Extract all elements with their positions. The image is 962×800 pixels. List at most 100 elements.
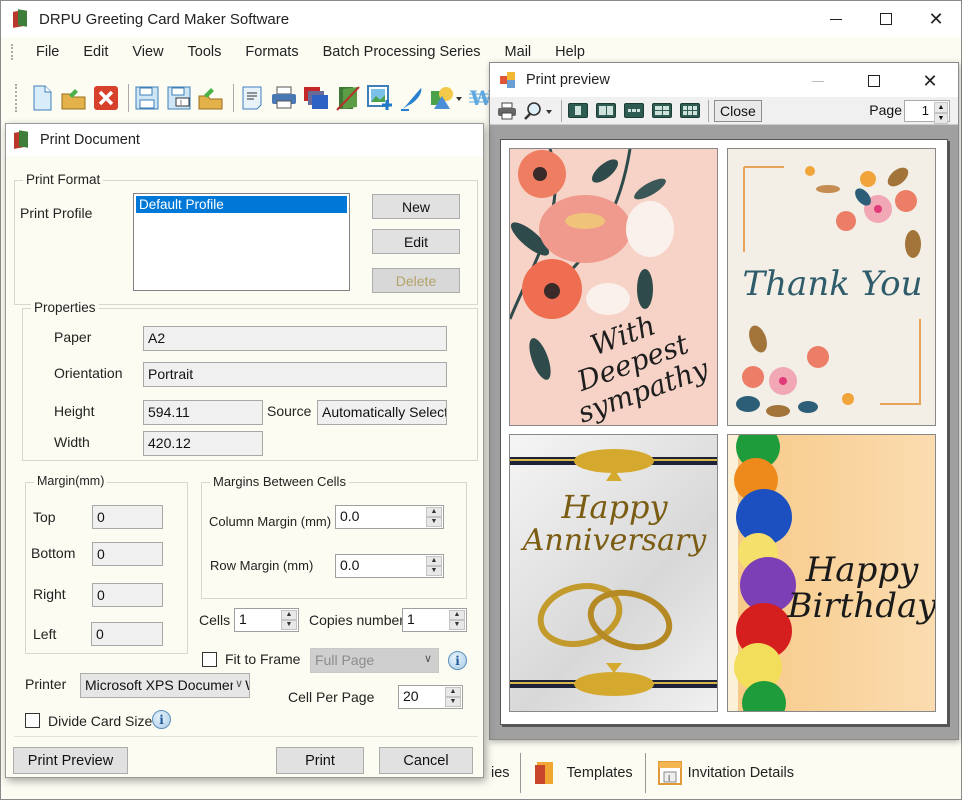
cell-per-page-value: 20 [403, 688, 419, 704]
six-page-layout-button[interactable] [677, 100, 703, 122]
cancel-button[interactable]: Cancel [379, 747, 473, 774]
save-icon[interactable] [133, 84, 161, 112]
close-window-button[interactable]: ✕ [911, 1, 961, 37]
toolbar-grip[interactable] [15, 84, 18, 112]
bottom-tab-strip: ies Templates I Invitation Details [491, 749, 806, 797]
menu-tools[interactable]: Tools [176, 44, 234, 60]
right-margin-field[interactable]: 0 [92, 583, 163, 607]
copies-number-label: Copies number [309, 612, 404, 628]
copies-up[interactable]: ▲ [449, 610, 465, 620]
close-document-icon[interactable] [92, 84, 120, 112]
copies-number-input[interactable]: 1 ▲ ▼ [402, 608, 467, 632]
preview-print-button[interactable] [494, 100, 520, 122]
column-margin-down[interactable]: ▼ [426, 517, 442, 527]
chevron-down-icon: ∨ [232, 677, 243, 690]
fit-frame-info-icon[interactable]: i [448, 651, 467, 670]
invitation-details-tab[interactable]: I Invitation Details [644, 753, 806, 793]
column-margin-up[interactable]: ▲ [426, 507, 442, 517]
row-margin-input[interactable]: 0.0 ▲ ▼ [335, 554, 444, 578]
chevron-down-icon: ∨ [423, 653, 432, 665]
page-down-arrow[interactable]: ▼ [934, 113, 948, 124]
page-up-arrow[interactable]: ▲ [934, 102, 948, 113]
cell-per-page-down[interactable]: ▼ [445, 697, 461, 707]
card-thank-you-text: Thank You [742, 264, 923, 304]
properties-icon[interactable] [238, 84, 266, 112]
cell-per-page-up[interactable]: ▲ [445, 687, 461, 697]
bottom-tab-partial[interactable]: ies [491, 765, 520, 781]
left-margin-field[interactable]: 0 [91, 622, 163, 646]
layers-icon[interactable] [302, 84, 330, 112]
print-icon[interactable] [270, 84, 298, 112]
paper-field: A2 [143, 326, 447, 351]
left-margin-label: Left [33, 626, 57, 642]
new-document-icon[interactable] [28, 84, 56, 112]
six-page-icon [680, 103, 700, 118]
templates-label: Templates [566, 765, 633, 781]
app-title: DRPU Greeting Card Maker Software [39, 10, 290, 28]
preview-minimize-button[interactable] [790, 63, 846, 99]
divide-card-size-checkbox[interactable] [25, 713, 40, 728]
column-margin-label: Column Margin (mm) [209, 514, 332, 529]
preview-maximize-button[interactable] [846, 63, 902, 99]
row-margin-down[interactable]: ▼ [426, 566, 442, 576]
printer-label: Printer [25, 676, 67, 692]
delete-profile-button[interactable]: Delete [372, 268, 460, 293]
maximize-icon [880, 13, 892, 25]
preview-zoom-button[interactable] [522, 100, 556, 122]
width-field: 420.12 [143, 431, 263, 456]
save-as-icon[interactable]: I [165, 84, 193, 112]
cells-input[interactable]: 1 ▲ ▼ [234, 608, 299, 632]
orientation-label: Orientation [54, 365, 123, 381]
export-folder-icon[interactable] [197, 84, 225, 112]
cell-per-page-input[interactable]: 20 ▲ ▼ [398, 685, 463, 709]
edit-profile-button[interactable]: Edit [372, 229, 460, 254]
print-button[interactable]: Print [276, 747, 364, 774]
new-profile-button[interactable]: New [372, 194, 460, 219]
preview-close-button[interactable]: Close [714, 99, 762, 122]
print-document-title: Print Document [40, 132, 140, 148]
divide-card-info-icon[interactable]: i [152, 710, 171, 729]
preview-close-window-button[interactable]: ✕ [902, 63, 958, 99]
maximize-button[interactable] [861, 1, 911, 37]
column-margin-input[interactable]: 0.0 ▲ ▼ [335, 505, 444, 529]
four-page-layout-button[interactable] [649, 100, 675, 122]
templates-tab[interactable]: Templates [519, 753, 645, 793]
invitation-details-icon: I [657, 761, 682, 785]
two-page-layout-button[interactable] [593, 100, 619, 122]
print-preview-title-bar: Print preview ✕ [490, 63, 958, 97]
menu-grip[interactable] [11, 44, 14, 60]
margins-between-cells-label: Margins Between Cells [210, 474, 349, 489]
menu-formats[interactable]: Formats [233, 44, 310, 60]
card-design-icon[interactable] [334, 84, 362, 112]
copies-down[interactable]: ▼ [449, 620, 465, 630]
page-number-input[interactable]: 1 ▲ ▼ [904, 100, 950, 124]
one-page-layout-button[interactable] [565, 100, 591, 122]
open-folder-icon[interactable] [60, 84, 88, 112]
minimize-button[interactable] [811, 1, 861, 37]
menu-file[interactable]: File [24, 44, 71, 60]
column-margin-value: 0.0 [340, 508, 360, 524]
profile-list-item-default[interactable]: Default Profile [136, 196, 347, 213]
insert-image-icon[interactable] [366, 84, 394, 112]
menu-help[interactable]: Help [543, 44, 597, 60]
templates-icon [534, 762, 553, 784]
print-preview-button[interactable]: Print Preview [13, 747, 128, 774]
top-margin-field[interactable]: 0 [92, 505, 163, 529]
menu-edit[interactable]: Edit [71, 44, 120, 60]
signature-pen-icon[interactable] [398, 84, 426, 112]
cells-down[interactable]: ▼ [281, 620, 297, 630]
shapes-icon[interactable] [430, 84, 464, 112]
printer-select[interactable]: Microsoft XPS Document Writer ∨ [80, 673, 250, 698]
print-profile-list[interactable]: Default Profile [133, 193, 350, 291]
fit-to-frame-checkbox[interactable] [202, 652, 217, 667]
menu-view[interactable]: View [120, 44, 175, 60]
print-format-label: Print Format [23, 172, 104, 187]
cells-up[interactable]: ▲ [281, 610, 297, 620]
frame-mode-select[interactable]: Full Page ∨ [310, 648, 439, 673]
row-margin-up[interactable]: ▲ [426, 556, 442, 566]
menu-batch-processing[interactable]: Batch Processing Series [311, 44, 493, 60]
dialog-logo-icon [14, 130, 30, 149]
menu-mail[interactable]: Mail [493, 44, 544, 60]
bottom-margin-field[interactable]: 0 [92, 542, 163, 566]
three-page-layout-button[interactable] [621, 100, 647, 122]
